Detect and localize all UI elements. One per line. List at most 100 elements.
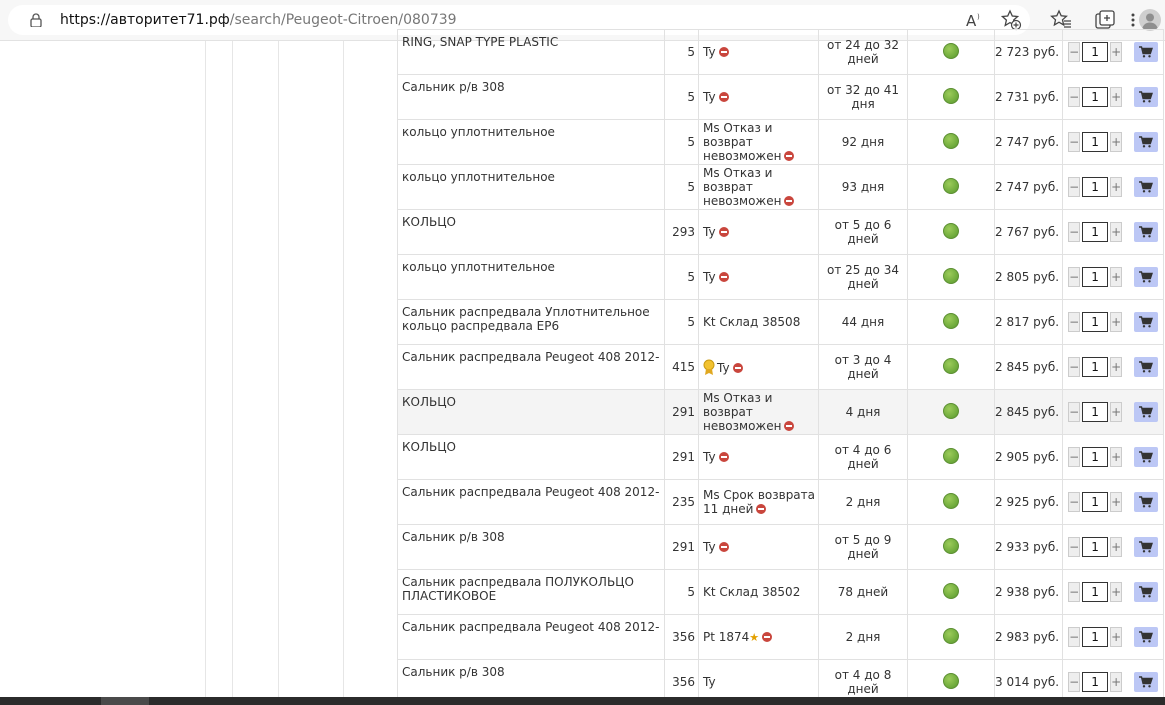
increase-quantity-button[interactable]: + [1110, 492, 1123, 512]
more-icon[interactable] [1122, 9, 1135, 31]
availability-indicator-icon[interactable] [943, 402, 959, 419]
no-return-icon[interactable] [756, 504, 767, 514]
no-return-icon[interactable] [784, 151, 795, 161]
availability-indicator-icon[interactable] [943, 492, 959, 509]
add-to-cart-button[interactable] [1134, 402, 1159, 422]
quantity-input[interactable]: 1 [1082, 672, 1109, 692]
add-to-cart-button[interactable] [1134, 582, 1159, 602]
no-return-icon[interactable] [718, 272, 729, 282]
increase-quantity-button[interactable]: + [1110, 42, 1123, 62]
availability-indicator-icon[interactable] [943, 447, 959, 464]
quantity-input[interactable]: 1 [1082, 627, 1109, 647]
quantity-input[interactable]: 1 [1082, 357, 1109, 377]
order-cell: −1 + [1062, 524, 1165, 570]
decrease-quantity-button[interactable]: − [1068, 132, 1081, 152]
quantity-input[interactable]: 1 [1082, 402, 1109, 422]
decrease-quantity-button[interactable]: − [1068, 582, 1081, 602]
decrease-quantity-button[interactable]: − [1068, 357, 1081, 377]
profile-icon[interactable] [1139, 9, 1161, 31]
no-return-icon[interactable] [762, 631, 773, 642]
no-return-icon[interactable] [732, 363, 743, 373]
supplier-text: Pt 1874 [703, 629, 750, 644]
add-to-cart-button[interactable] [1134, 222, 1159, 242]
no-return-icon[interactable] [718, 227, 729, 237]
no-return-icon[interactable] [718, 542, 729, 552]
add-to-cart-button[interactable] [1134, 447, 1159, 467]
availability-indicator-icon[interactable] [943, 42, 959, 59]
increase-quantity-button[interactable]: + [1110, 672, 1123, 692]
availability-indicator-icon[interactable] [943, 132, 959, 149]
add-to-cart-button[interactable] [1134, 177, 1159, 197]
no-return-icon[interactable] [718, 452, 729, 462]
no-return-icon[interactable] [784, 196, 795, 206]
quantity-input[interactable]: 1 [1082, 537, 1109, 557]
decrease-quantity-button[interactable]: − [1068, 312, 1081, 332]
decrease-quantity-button[interactable]: − [1068, 627, 1081, 647]
decrease-quantity-button[interactable]: − [1068, 492, 1081, 512]
add-favorite-icon[interactable] [1000, 9, 1022, 31]
add-to-cart-button[interactable] [1134, 627, 1159, 647]
decrease-quantity-button[interactable]: − [1068, 222, 1081, 242]
no-return-icon[interactable] [718, 92, 729, 102]
collections-icon[interactable] [1094, 9, 1116, 31]
increase-quantity-button[interactable]: + [1110, 177, 1123, 197]
decrease-quantity-button[interactable]: − [1068, 87, 1081, 107]
quantity-input[interactable]: 1 [1082, 312, 1109, 332]
add-to-cart-button[interactable] [1134, 132, 1159, 152]
no-return-icon[interactable] [718, 47, 729, 57]
add-to-cart-button[interactable] [1134, 357, 1159, 377]
increase-quantity-button[interactable]: + [1110, 582, 1123, 602]
quantity-input[interactable]: 1 [1082, 177, 1109, 197]
quantity-input[interactable]: 1 [1082, 42, 1109, 62]
add-to-cart-button[interactable] [1134, 537, 1159, 557]
availability-indicator-icon[interactable] [943, 537, 959, 554]
availability-indicator-icon[interactable] [943, 357, 959, 374]
increase-quantity-button[interactable]: + [1110, 627, 1123, 647]
decrease-quantity-button[interactable]: − [1068, 42, 1081, 62]
quantity-input[interactable]: 1 [1082, 492, 1109, 512]
increase-quantity-button[interactable]: + [1110, 132, 1123, 152]
increase-quantity-button[interactable]: + [1110, 312, 1123, 332]
increase-quantity-button[interactable]: + [1110, 537, 1123, 557]
add-to-cart-button[interactable] [1134, 492, 1159, 512]
lock-icon[interactable] [30, 13, 42, 27]
quantity-input[interactable]: 1 [1082, 582, 1109, 602]
stock-qty: 5 [687, 270, 695, 284]
add-to-cart-button[interactable] [1134, 42, 1159, 62]
add-to-cart-button[interactable] [1134, 87, 1159, 107]
increase-quantity-button[interactable]: + [1110, 87, 1123, 107]
increase-quantity-button[interactable]: + [1110, 402, 1123, 422]
add-to-cart-button[interactable] [1134, 312, 1159, 332]
quantity-input[interactable]: 1 [1082, 87, 1109, 107]
add-to-cart-button[interactable] [1134, 267, 1159, 287]
increase-quantity-button[interactable]: + [1110, 222, 1123, 242]
availability-indicator-icon[interactable] [943, 87, 959, 104]
availability-indicator-icon[interactable] [943, 267, 959, 284]
availability-indicator-icon[interactable] [943, 222, 959, 239]
availability-indicator-icon[interactable] [943, 627, 959, 644]
url-text[interactable]: https://авторитет71.рф/search/Peugeot-Ci… [60, 12, 457, 28]
cart-icon [1139, 136, 1154, 148]
read-aloud-icon[interactable]: A) [964, 9, 986, 31]
availability-indicator-icon[interactable] [943, 177, 959, 194]
increase-quantity-button[interactable]: + [1110, 357, 1123, 377]
availability-indicator-icon[interactable] [943, 672, 959, 689]
no-return-icon[interactable] [784, 421, 795, 431]
availability-indicator-icon[interactable] [943, 582, 959, 599]
decrease-quantity-button[interactable]: − [1068, 447, 1081, 467]
decrease-quantity-button[interactable]: − [1068, 537, 1081, 557]
add-to-cart-button[interactable] [1134, 672, 1159, 692]
decrease-quantity-button[interactable]: − [1068, 672, 1081, 692]
stock-cell: 5 [664, 29, 699, 75]
availability-indicator-icon[interactable] [943, 312, 959, 329]
quantity-input[interactable]: 1 [1082, 222, 1109, 242]
quantity-input[interactable]: 1 [1082, 447, 1109, 467]
decrease-quantity-button[interactable]: − [1068, 177, 1081, 197]
increase-quantity-button[interactable]: + [1110, 267, 1123, 287]
quantity-input[interactable]: 1 [1082, 267, 1109, 287]
quantity-input[interactable]: 1 [1082, 132, 1109, 152]
increase-quantity-button[interactable]: + [1110, 447, 1123, 467]
favorites-icon[interactable] [1050, 9, 1072, 31]
decrease-quantity-button[interactable]: − [1068, 267, 1081, 287]
decrease-quantity-button[interactable]: − [1068, 402, 1081, 422]
